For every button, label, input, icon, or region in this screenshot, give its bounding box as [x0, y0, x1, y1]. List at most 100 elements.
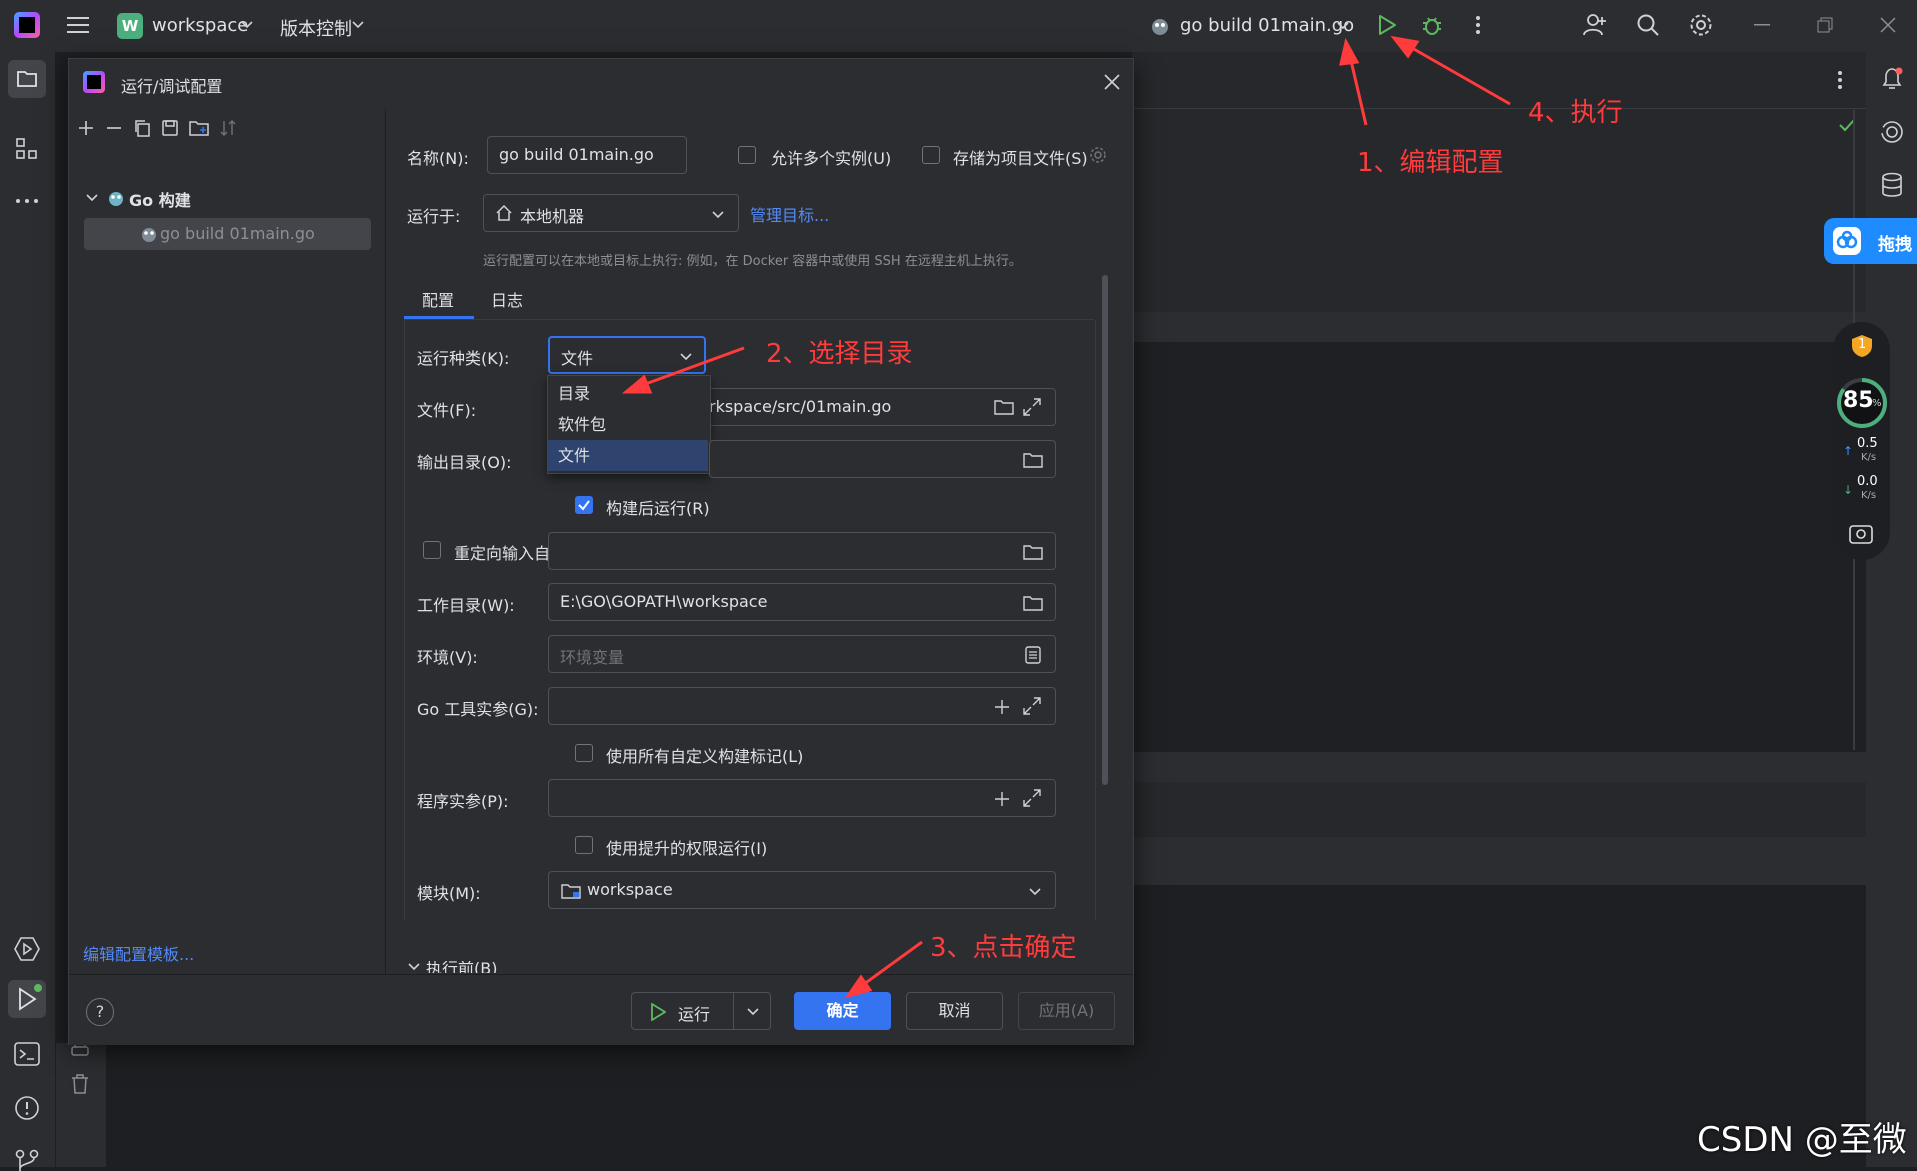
more-vertical-icon[interactable]: [1837, 70, 1843, 90]
help-button[interactable]: ?: [86, 998, 114, 1026]
copy-icon[interactable]: [133, 119, 151, 137]
add-user-icon[interactable]: [1582, 12, 1608, 38]
editor-band-5: [1132, 837, 1866, 885]
notifications-icon[interactable]: [1880, 66, 1904, 92]
run-after-build-checkbox[interactable]: [575, 496, 593, 514]
run-kind-label: 运行种类(K):: [417, 349, 510, 368]
shield-icon: 1: [1851, 334, 1873, 358]
folder-icon[interactable]: [1023, 544, 1043, 560]
database-icon[interactable]: [1881, 172, 1903, 198]
close-window-icon[interactable]: [1880, 17, 1896, 33]
run-kind-dropdown[interactable]: 文件: [548, 336, 706, 374]
run-tool-icon[interactable]: [8, 980, 46, 1018]
minimize-icon[interactable]: [1754, 24, 1770, 26]
main-menu-icon[interactable]: [67, 15, 89, 35]
redirect-input-field[interactable]: [548, 532, 1056, 570]
folder-icon[interactable]: [994, 399, 1014, 415]
sort-icon[interactable]: [219, 119, 237, 137]
folder-icon[interactable]: [1023, 452, 1043, 468]
go-tool-args-field[interactable]: [548, 687, 1056, 725]
file-label: 文件(F):: [417, 401, 477, 420]
run-kind-option-file[interactable]: 文件: [548, 440, 708, 471]
tree-item-go-build-01main[interactable]: go build 01main.go: [84, 218, 371, 250]
remove-icon[interactable]: [105, 119, 123, 137]
list-icon[interactable]: [1025, 646, 1041, 664]
env-field[interactable]: 环境变量: [548, 635, 1056, 673]
project-tool-icon[interactable]: [8, 60, 46, 98]
tab-log[interactable]: 日志: [479, 277, 539, 319]
expand-icon[interactable]: [1023, 398, 1041, 416]
run-button[interactable]: 运行: [631, 992, 771, 1030]
cancel-button[interactable]: 取消: [906, 992, 1003, 1030]
edit-templates-link-visible[interactable]: 编辑配置模板...: [83, 941, 194, 965]
name-field[interactable]: go build 01main.go: [487, 136, 687, 174]
vcs-menu[interactable]: 版本控制: [280, 12, 380, 40]
add-icon[interactable]: [993, 698, 1011, 716]
search-icon[interactable]: [1636, 13, 1660, 37]
run-kind-option-directory[interactable]: 目录: [548, 378, 708, 409]
more-vertical-icon[interactable]: [1475, 15, 1481, 35]
manage-targets-link[interactable]: 管理目标...: [750, 202, 829, 226]
app-logo-icon[interactable]: [14, 12, 40, 38]
config-tree-panel: Go 构建 go build 01main.go 编辑配置模板...: [69, 109, 386, 981]
expand-icon[interactable]: [1023, 789, 1041, 807]
system-monitor-widget[interactable]: 1 85 % ↑ 0.5 K/s ↓ 0.0 K/s: [1833, 322, 1890, 560]
terminal-icon[interactable]: [14, 1042, 40, 1066]
cancel-button-label: 取消: [938, 1001, 971, 1020]
save-icon[interactable]: [161, 119, 179, 137]
module-dropdown[interactable]: workspace: [548, 871, 1056, 909]
screenshot-icon[interactable]: [1849, 522, 1873, 544]
run-icon[interactable]: [1377, 14, 1397, 36]
elevated-checkbox[interactable]: [575, 836, 593, 854]
run-kind-option-package[interactable]: 软件包: [548, 409, 708, 440]
more-horizontal-icon[interactable]: [15, 198, 39, 204]
add-icon[interactable]: [993, 790, 1011, 808]
program-args-field[interactable]: [548, 779, 1056, 817]
tab-config[interactable]: 配置: [404, 277, 474, 319]
run-config-selector[interactable]: go build 01main.go: [1150, 12, 1355, 40]
restore-icon[interactable]: [1817, 17, 1833, 33]
store-project-checkbox[interactable]: [922, 146, 940, 164]
env-placeholder: 环境变量: [560, 648, 625, 667]
chevron-down-icon[interactable]: [747, 1007, 759, 1017]
apply-button-label: 应用(A): [1038, 1001, 1095, 1020]
expand-icon[interactable]: [1023, 697, 1041, 715]
ai-assistant-icon[interactable]: [1880, 120, 1904, 144]
folder-icon[interactable]: [1023, 595, 1043, 611]
apply-button[interactable]: 应用(A): [1018, 992, 1115, 1030]
chevron-down-icon: [680, 352, 692, 362]
services-icon[interactable]: [14, 936, 40, 962]
score-unit: %: [1872, 398, 1882, 409]
structure-icon[interactable]: [15, 137, 39, 161]
before-launch-section[interactable]: 执行前(B): [404, 961, 704, 973]
editor-band-2: [1132, 342, 1866, 752]
problems-icon[interactable]: [14, 1095, 40, 1121]
panel-header-line: [1132, 108, 1866, 109]
ok-button[interactable]: 确定: [794, 992, 891, 1030]
add-icon[interactable]: [77, 119, 95, 137]
run-on-dropdown[interactable]: 本地机器: [483, 194, 739, 232]
run-button-label: 运行: [678, 1005, 711, 1024]
trash-icon[interactable]: [71, 1074, 89, 1094]
chevron-down-icon: [352, 20, 364, 30]
gear-icon[interactable]: [1089, 146, 1107, 164]
csdn-watermark: CSDN @至微: [1697, 1120, 1907, 1160]
close-icon[interactable]: [1104, 74, 1120, 90]
working-dir-field[interactable]: E:\GO\GOPATH\workspace: [548, 583, 1056, 621]
new-folder-icon[interactable]: [189, 119, 209, 137]
redirect-input-checkbox[interactable]: [423, 541, 441, 559]
git-icon[interactable]: [14, 1149, 40, 1171]
home-icon: [496, 205, 512, 221]
allow-parallel-checkbox[interactable]: [738, 146, 756, 164]
vcs-label: 版本控制: [280, 19, 352, 40]
custom-tags-checkbox[interactable]: [575, 744, 593, 762]
tree-group-go-build[interactable]: Go 构建: [69, 183, 385, 213]
baidu-label: 拖拽: [1878, 235, 1912, 255]
debug-icon[interactable]: [1421, 13, 1443, 37]
project-selector[interactable]: W workspace: [117, 12, 257, 40]
output-dir-field[interactable]: [709, 440, 1056, 478]
gear-icon[interactable]: [1688, 12, 1714, 38]
shield-badge: 1: [1858, 337, 1867, 352]
dialog-scrollbar[interactable]: [1102, 275, 1108, 785]
baidu-netdisk-widget[interactable]: 拖拽: [1824, 218, 1917, 264]
